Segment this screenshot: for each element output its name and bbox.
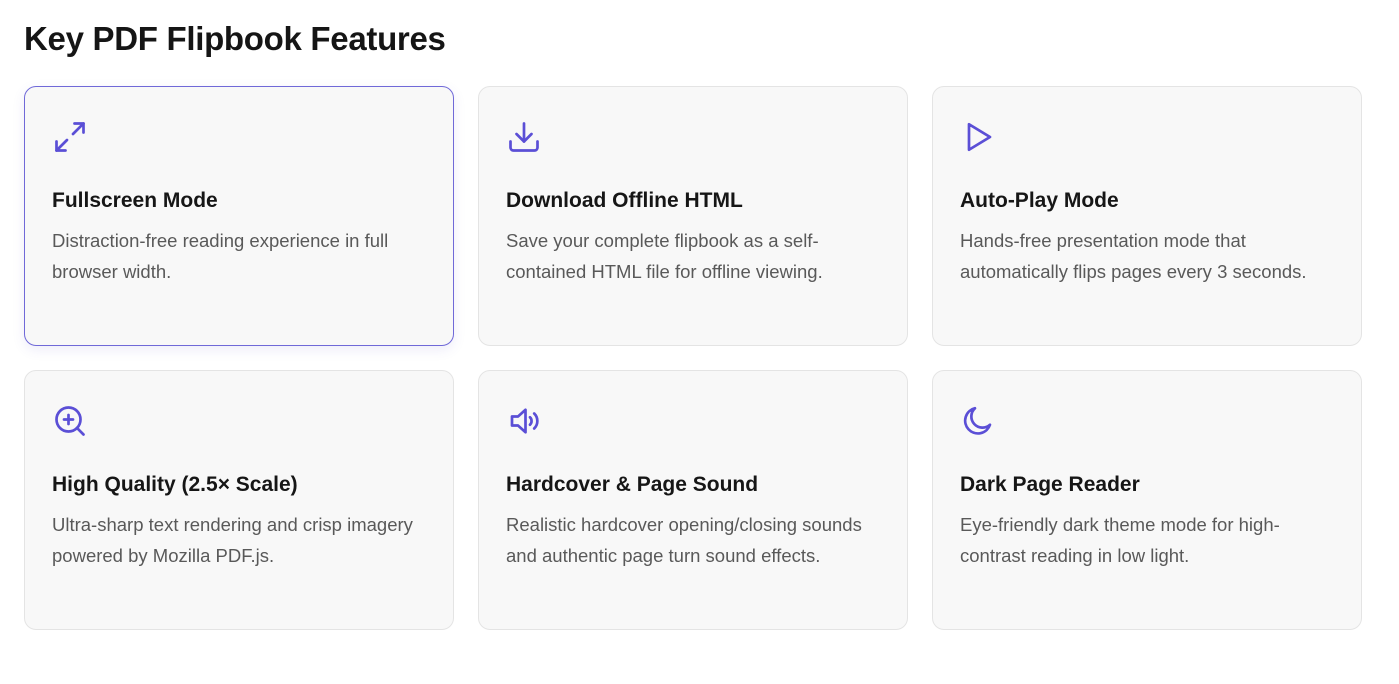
- feature-description: Ultra-sharp text rendering and crisp ima…: [52, 514, 413, 566]
- zoom-in-icon: [52, 403, 88, 439]
- feature-card-high-quality[interactable]: High Quality (2.5× Scale) Ultra-sharp te…: [24, 370, 454, 630]
- feature-title: Fullscreen Mode: [52, 189, 218, 212]
- feature-title: Hardcover & Page Sound: [506, 473, 759, 496]
- feature-description: Hands-free presentation mode that automa…: [960, 230, 1307, 282]
- feature-card-download[interactable]: Download Offline HTML Save your complete…: [478, 86, 908, 346]
- feature-description: Distraction-free reading experience in f…: [52, 230, 389, 282]
- features-section: Key PDF Flipbook Features Fullscreen Mod…: [0, 0, 1399, 684]
- feature-title: Download Offline HTML: [506, 189, 743, 212]
- download-icon: [506, 119, 542, 155]
- moon-icon: [960, 403, 996, 439]
- play-icon: [960, 119, 996, 155]
- feature-title: Auto-Play Mode: [960, 189, 1119, 212]
- feature-title: Dark Page Reader: [960, 473, 1140, 496]
- feature-description: Eye-friendly dark theme mode for high-co…: [960, 514, 1280, 566]
- feature-card-fullscreen[interactable]: Fullscreen Mode Distraction-free reading…: [24, 86, 454, 346]
- feature-card-autoplay[interactable]: Auto-Play Mode Hands-free presentation m…: [932, 86, 1362, 346]
- feature-description: Save your complete flipbook as a self-co…: [506, 230, 823, 282]
- feature-description: Realistic hardcover opening/closing soun…: [506, 514, 862, 566]
- expand-arrows-icon: [52, 119, 88, 155]
- feature-card-sound[interactable]: Hardcover & Page Sound Realistic hardcov…: [478, 370, 908, 630]
- feature-card-dark-reader[interactable]: Dark Page Reader Eye-friendly dark theme…: [932, 370, 1362, 630]
- feature-title: High Quality (2.5× Scale): [52, 473, 298, 496]
- speaker-icon: [506, 403, 542, 439]
- section-title: Key PDF Flipbook Features: [24, 20, 446, 57]
- features-grid: Fullscreen Mode Distraction-free reading…: [24, 86, 1362, 630]
